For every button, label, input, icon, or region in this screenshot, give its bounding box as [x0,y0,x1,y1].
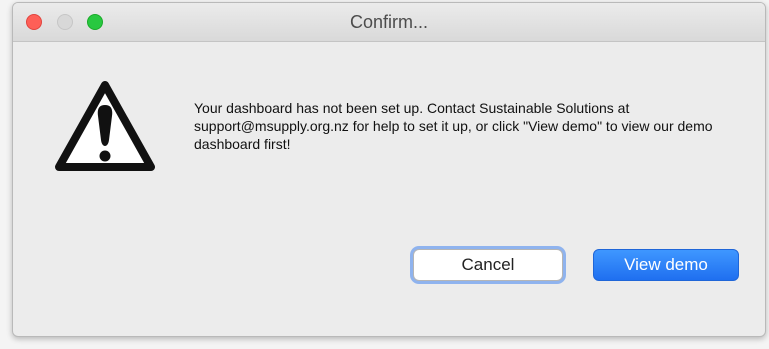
window-title: Confirm... [349,12,428,32]
confirm-dialog-window: Confirm... Your dashboard has not been s… [12,2,766,337]
warning-icon [55,81,155,171]
title-bar: Confirm... [13,3,765,42]
cancel-button[interactable]: Cancel [413,249,563,281]
view-demo-button[interactable]: View demo [593,249,739,281]
dialog-message: Your dashboard has not been set up. Cont… [194,100,713,152]
screen: Confirm... Your dashboard has not been s… [0,0,769,349]
